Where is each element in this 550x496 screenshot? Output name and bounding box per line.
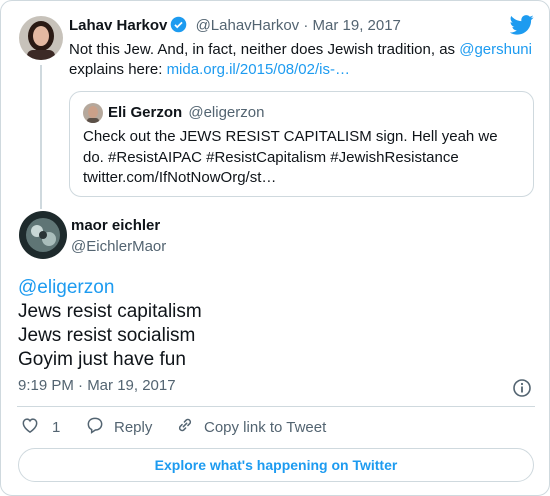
quoted-text-line-2: do. #ResistAIPAC #ResistCapitalism #Jewi… [83, 149, 459, 166]
reply-author-handle[interactable]: @EichlerMaor [71, 237, 166, 257]
reply-author-name[interactable]: maor eichler [71, 216, 160, 236]
reply-text-line-1: Jews resist capitalism [18, 301, 202, 322]
divider [17, 406, 535, 407]
thread-connector-line [40, 65, 42, 209]
heart-icon [20, 415, 40, 439]
info-icon[interactable] [512, 378, 532, 403]
link-icon [175, 415, 195, 439]
quoted-author-name[interactable]: Eli Gerzon [108, 104, 182, 121]
maor-eichler-avatar[interactable] [19, 211, 67, 259]
reply-icon [85, 415, 105, 439]
tweet-text-line-2: explains here: mida.org.il/2015/08/02/is… [69, 60, 350, 80]
reply-text-line-2: Jews resist socialism [18, 325, 196, 346]
copy-link-label: Copy link to Tweet [204, 418, 327, 436]
eli-gerzon-avatar[interactable] [83, 103, 103, 123]
explore-twitter-button[interactable]: Explore what's happening on Twitter [18, 448, 534, 482]
quoted-text-line-1: Check out the JEWS RESIST CAPITALISM sig… [83, 128, 498, 145]
quoted-text-line-3: twitter.com/IfNotNowOrg/st… [83, 169, 277, 186]
mention-link[interactable]: @gershuni [459, 41, 532, 58]
twitter-bird-icon[interactable] [509, 15, 534, 40]
like-button[interactable]: 1 [20, 415, 60, 439]
reply-mention-link[interactable]: @eligerzon [18, 276, 114, 300]
author-handle[interactable]: @LahavHarkov [196, 17, 300, 34]
tweet-embed-card: Lahav Harkov @LahavHarkov · Mar 19, 2017… [0, 0, 550, 496]
lahav-harkov-avatar[interactable] [19, 16, 63, 60]
reply-text-line-3: Goyim just have fun [18, 349, 186, 370]
dot-separator: · [303, 17, 309, 34]
explore-label: Explore what's happening on Twitter [154, 457, 398, 473]
tweet-date[interactable]: Mar 19, 2017 [313, 17, 401, 34]
like-count: 1 [52, 418, 61, 436]
tweet-text-line-1: Not this Jew. And, in fact, neither does… [69, 40, 532, 60]
reply-label: Reply [114, 418, 153, 436]
tweet-text: Not this Jew. And, in fact, neither does… [69, 41, 460, 58]
copy-link-button[interactable]: Copy link to Tweet [175, 415, 326, 439]
quoted-author-handle[interactable]: @eligerzon [188, 104, 264, 121]
reply-button[interactable]: Reply [85, 415, 152, 439]
url-link[interactable]: mida.org.il/2015/08/02/is-… [167, 61, 350, 78]
verified-badge-icon [170, 16, 187, 39]
tweet-text: explains here: [69, 61, 167, 78]
reply-timestamp[interactable]: 9:19 PM · Mar 19, 2017 [18, 376, 176, 396]
author-name[interactable]: Lahav Harkov [69, 17, 167, 34]
